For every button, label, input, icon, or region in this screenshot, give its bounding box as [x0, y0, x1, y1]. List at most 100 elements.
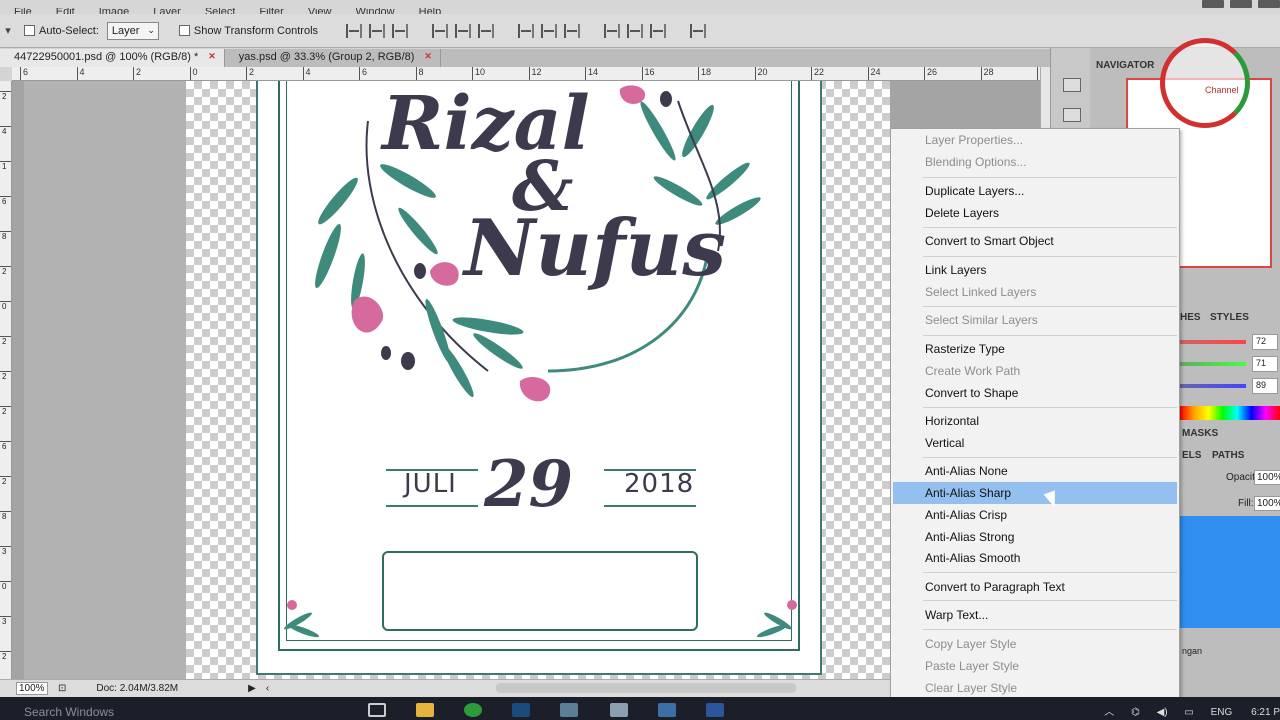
align-right-icon[interactable] [478, 23, 495, 38]
selected-layers[interactable] [1180, 516, 1280, 628]
close-icon[interactable]: ✕ [208, 51, 216, 67]
context-menu-item-blending-options: Blending Options... [925, 155, 1027, 169]
tab-styles[interactable]: STYLES [1210, 312, 1249, 328]
show-transform-checkbox-box[interactable] [178, 25, 190, 36]
ruler-tick-label: 0 [0, 301, 11, 311]
tab-paths[interactable]: PATHS [1212, 450, 1244, 466]
close-button[interactable] [1258, 0, 1280, 8]
app-icon[interactable] [658, 703, 676, 717]
tool-preset-arrow-icon[interactable]: ▾ [0, 24, 16, 37]
menu-separator [923, 572, 1177, 573]
ruler-tick-label: 2 [0, 91, 11, 101]
status-icon[interactable]: ⊡ [58, 683, 66, 694]
red-value[interactable]: 72 [1252, 334, 1278, 350]
blue-value[interactable]: 89 [1252, 378, 1278, 394]
network-icon[interactable]: ⌬ [1131, 707, 1140, 718]
minimize-button[interactable] [1202, 0, 1224, 8]
context-menu-item-convert-to-shape[interactable]: Convert to Shape [893, 382, 1177, 404]
tab-swatches[interactable]: HES [1180, 312, 1201, 328]
context-menu-item-vertical[interactable]: Vertical [893, 432, 1177, 454]
layer-name[interactable]: ngan [1182, 646, 1202, 656]
align-vcenter-icon[interactable] [369, 23, 386, 38]
horizontal-ruler[interactable]: 642024681012141618202224262830 [12, 67, 1040, 81]
keyboard-icon[interactable]: ▭ [1184, 707, 1193, 718]
context-menu-item-convert-to-paragraph-text[interactable]: Convert to Paragraph Text [893, 576, 1177, 598]
ruler-tick-label: 20 [754, 67, 768, 80]
volume-icon[interactable]: ◀) [1157, 707, 1168, 718]
language-indicator[interactable]: ENG [1211, 707, 1233, 718]
align-hcenter-icon[interactable] [455, 23, 472, 38]
options-bar: ▾ Auto-Select: Layer ⌄ Show Transform Co… [0, 14, 1280, 48]
context-menu-item-create-work-path: Create Work Path [925, 364, 1021, 378]
red-slider[interactable] [1180, 340, 1246, 344]
tab-document-2[interactable]: yas.psd @ 33.3% (Group 2, RGB/8) ✕ [225, 49, 441, 67]
context-menu-item-anti-alias-strong[interactable]: Anti-Alias Strong [893, 526, 1177, 548]
distribute-right-icon[interactable] [650, 23, 667, 38]
context-menu-item-delete-layers[interactable]: Delete Layers [893, 202, 1177, 224]
distribute-hcenter-icon[interactable] [627, 23, 644, 38]
tab-document-1[interactable]: 44722950001.psd @ 100% (RGB/8) * ✕ [0, 49, 225, 67]
green-value[interactable]: 71 [1252, 356, 1278, 372]
taskbar-search[interactable]: Search Windows [24, 705, 114, 719]
ruler-tick-label: 12 [528, 67, 542, 80]
tab-masks[interactable]: MASKS [1182, 428, 1218, 444]
context-menu-item-anti-alias-none[interactable]: Anti-Alias None [893, 460, 1177, 482]
distribute-top-icon[interactable] [518, 23, 535, 38]
align-top-icon[interactable] [346, 23, 363, 38]
windows-taskbar: Search Windows ︿ ⌬ ◀) ▭ ENG 6:21 P [0, 697, 1280, 720]
close-icon[interactable]: ✕ [424, 51, 432, 67]
canvas-area[interactable]: Rizal & Nufus JULI 29 2018 [12, 81, 1040, 679]
auto-select-dropdown[interactable]: Layer ⌄ [106, 21, 159, 40]
maximize-button[interactable] [1230, 0, 1252, 8]
distribute-vcenter-icon[interactable] [541, 23, 558, 38]
horizontal-scrollbar-thumb[interactable] [496, 683, 796, 693]
doc-size: Doc: 2.04M/3.82M [96, 683, 179, 694]
context-menu-item-horizontal[interactable]: Horizontal [893, 410, 1177, 432]
auto-select-checkbox-box[interactable] [24, 25, 35, 36]
ruler-tick-label: 4 [302, 67, 311, 80]
green-slider[interactable] [1180, 362, 1246, 366]
menu-separator [923, 227, 1177, 228]
tab-channels[interactable]: ELS [1182, 450, 1201, 466]
app-icon[interactable] [610, 703, 628, 717]
auto-align-icon[interactable] [690, 23, 707, 38]
align-bottom-icon[interactable] [392, 23, 409, 38]
app-green-icon[interactable] [464, 703, 482, 717]
date-month: JULI [404, 469, 457, 499]
context-menu-item-anti-alias-sharp[interactable]: Anti-Alias Sharp [893, 482, 1177, 504]
align-left-icon[interactable] [432, 23, 449, 38]
context-menu-item-warp-text[interactable]: Warp Text... [893, 604, 1177, 626]
context-menu-item-duplicate-layers[interactable]: Duplicate Layers... [893, 180, 1177, 202]
distribute-left-icon[interactable] [604, 23, 621, 38]
guest-name-box [382, 551, 698, 631]
show-transform-checkbox[interactable]: Show Transform Controls [178, 25, 318, 37]
context-menu-item-anti-alias-smooth[interactable]: Anti-Alias Smooth [893, 547, 1177, 569]
vertical-ruler[interactable]: 2 4 1 6 8 2 0 2 2 2 6 2 8 3 0 3 2 [0, 81, 12, 679]
tray-up-icon[interactable]: ︿ [1104, 707, 1114, 718]
file-explorer-icon[interactable] [416, 703, 434, 717]
scroll-left-icon[interactable]: ‹ [266, 683, 269, 694]
context-menu-item-rasterize-type[interactable]: Rasterize Type [893, 338, 1177, 360]
auto-select-checkbox[interactable]: Auto-Select: [24, 25, 99, 37]
panel-collapse-icon[interactable] [1063, 78, 1081, 92]
menu-separator [923, 629, 1177, 630]
opacity-value[interactable]: 100% [1254, 470, 1280, 485]
blue-slider[interactable] [1180, 384, 1246, 388]
fill-value[interactable]: 100% [1254, 496, 1280, 511]
context-menu-item-link-layers[interactable]: Link Layers [893, 259, 1177, 281]
photoshop-icon[interactable] [512, 703, 530, 717]
zoom-field[interactable]: 100% [16, 682, 48, 695]
play-icon[interactable] [1063, 108, 1081, 122]
clock[interactable]: 6:21 P [1251, 707, 1280, 718]
task-view-icon[interactable] [368, 703, 386, 717]
ruler-tick-label: 6 [0, 196, 11, 206]
context-menu-item-convert-to-smart-object[interactable]: Convert to Smart Object [893, 230, 1177, 252]
chevron-down-icon: ⌄ [147, 24, 155, 35]
document-tabs: 44722950001.psd @ 100% (RGB/8) * ✕ yas.p… [0, 49, 1050, 67]
distribute-bottom-icon[interactable] [564, 23, 581, 38]
word-icon[interactable] [706, 703, 724, 717]
context-menu-item-anti-alias-crisp[interactable]: Anti-Alias Crisp [893, 504, 1177, 526]
color-spectrum[interactable] [1180, 406, 1280, 420]
app-icon[interactable] [560, 703, 578, 717]
status-menu-arrow-icon[interactable]: ▶ [248, 683, 256, 694]
